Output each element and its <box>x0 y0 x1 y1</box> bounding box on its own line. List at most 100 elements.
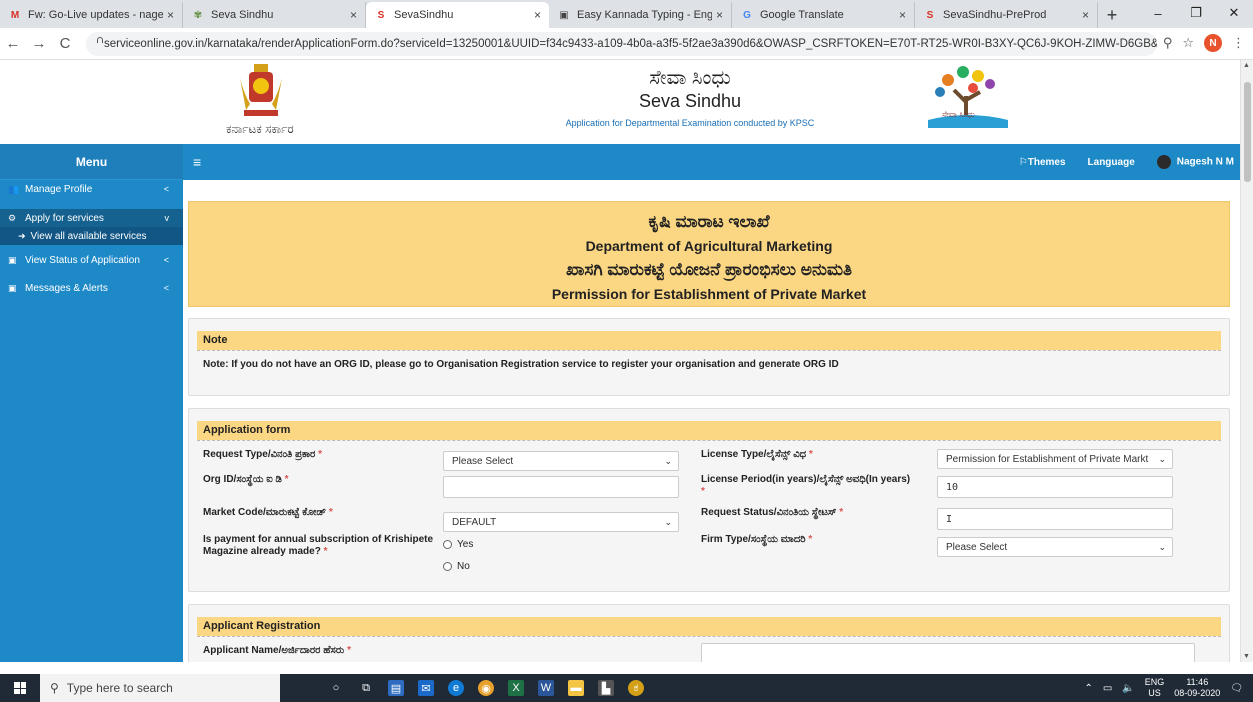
required-marker: * <box>808 534 813 545</box>
close-tab-icon[interactable]: × <box>534 8 541 22</box>
kannada-app-icon[interactable]: ಕ <box>628 680 644 696</box>
task-view-icon[interactable]: ⧉ <box>358 680 374 696</box>
firm-type-select[interactable]: Please Select ⌄ <box>937 537 1173 557</box>
top-navbar: ≡ ⚐Themes Language Nagesh N M <box>183 144 1240 180</box>
required-marker: * <box>839 507 844 518</box>
close-tab-icon[interactable]: × <box>1082 8 1089 22</box>
scroll-up-icon[interactable]: ▲ <box>1243 62 1250 69</box>
input-language[interactable]: ENG US <box>1145 677 1165 699</box>
label-text: Request Type/ವಿನಂತಿ ಪ್ರಕಾರ <box>203 449 316 460</box>
org-id-label: Org ID/ಸಂಸ್ಥೆಯ ಐ ಡಿ * <box>203 474 289 486</box>
chrome-icon[interactable]: ◉ <box>478 680 494 696</box>
maximize-button[interactable]: ❐ <box>1177 0 1215 26</box>
kannada-typing-icon: ▣ <box>559 9 569 21</box>
browser-tab[interactable]: S SevaSindhu-PreProd × <box>915 2 1098 28</box>
org-id-input[interactable] <box>443 476 679 498</box>
browser-tab[interactable]: ▣ Easy Kannada Typing - English × <box>549 2 732 28</box>
network-app-icon[interactable]: ▙ <box>598 680 614 696</box>
tab-title: SevaSindhu <box>394 9 454 21</box>
close-tab-icon[interactable]: × <box>350 8 357 22</box>
browser-tab[interactable]: G Google Translate × <box>732 2 915 28</box>
tab-title: Fw: Go-Live updates - nageshn <box>28 9 163 21</box>
site-subtitle: Application for Departmental Examination… <box>565 118 815 128</box>
tab-title: Google Translate <box>760 9 844 21</box>
store-icon[interactable]: ▤ <box>388 680 404 696</box>
select-value: Please Select <box>946 541 1008 553</box>
payment-yes-radio[interactable]: Yes <box>443 539 473 550</box>
close-tab-icon[interactable]: × <box>716 8 723 22</box>
site-title: Seva Sindhu <box>638 91 742 111</box>
tray-chevron-up-icon[interactable]: ⌃ <box>1084 683 1092 694</box>
applicant-registration-heading: Applicant Registration <box>197 617 1221 636</box>
market-code-label: Market Code/ಮಾರುಕಟ್ಟೆ ಕೋಡ್ * <box>203 507 333 519</box>
required-marker: * <box>318 449 322 460</box>
sidebar-item-apply-for-services[interactable]: ⚙ Apply for services v <box>0 209 183 227</box>
browser-tab[interactable]: S SevaSindhu × <box>366 2 549 28</box>
sidebar-item-view-status[interactable]: ▣ View Status of Application < <box>0 251 183 269</box>
new-tab-button[interactable]: + <box>1098 2 1126 28</box>
browser-tab[interactable]: M Fw: Go-Live updates - nageshn × <box>0 2 183 28</box>
notifications-icon[interactable]: 🗨 <box>1230 683 1243 694</box>
reload-icon[interactable]: C <box>52 35 78 52</box>
cogs-icon: ⚙ <box>8 212 17 223</box>
sidebar-item-messages-alerts[interactable]: ▣ Messages & Alerts < <box>0 279 183 297</box>
volume-icon[interactable]: 🔈 <box>1122 683 1134 694</box>
system-tray: ⌃ ▭ 🔈 ENG US 11:46 08-09-2020 🗨 <box>1084 674 1253 702</box>
department-title: Department of Agricultural Marketing <box>585 238 833 254</box>
file-explorer-icon[interactable]: ▬ <box>568 680 584 696</box>
firm-type-label: Firm Type/ಸಂಸ್ಥೆಯ ಮಾದರಿ * <box>701 534 812 546</box>
tab-title: Easy Kannada Typing - English <box>577 9 712 21</box>
edge-icon[interactable]: e <box>448 680 464 696</box>
sidebar-item-manage-profile[interactable]: 👥 Manage Profile < <box>0 180 183 198</box>
user-menu[interactable]: Nagesh N M <box>1156 155 1234 169</box>
mail-icon[interactable]: ✉ <box>418 680 434 696</box>
word-icon[interactable]: W <box>538 680 554 696</box>
start-button[interactable] <box>0 674 40 702</box>
close-tab-icon[interactable]: × <box>899 8 906 22</box>
license-period-input[interactable]: 10 <box>937 476 1173 498</box>
taskbar-clock[interactable]: 11:46 08-09-2020 <box>1174 677 1220 699</box>
page-scrollbar[interactable]: ▲ ▼ <box>1240 60 1253 662</box>
back-arrow-icon[interactable]: ← <box>0 35 26 52</box>
scrollbar-thumb[interactable] <box>1244 82 1251 182</box>
url-input[interactable]: serviceonline.gov.in/karnataka/renderApp… <box>86 32 1157 56</box>
license-type-select[interactable]: Permission for Establishment of Private … <box>937 449 1173 469</box>
select-value: DEFAULT <box>452 516 497 528</box>
market-code-select[interactable]: DEFAULT ⌄ <box>443 512 679 532</box>
applicant-name-input[interactable] <box>701 643 1195 662</box>
payment-no-radio[interactable]: No <box>443 561 470 572</box>
note-heading: Note <box>197 331 1221 350</box>
select-value: Permission for Establishment of Private … <box>946 453 1149 465</box>
forward-arrow-icon[interactable]: → <box>26 35 52 52</box>
site-header: ಕರ್ನಾಟಕ ಸರ್ಕಾರ ಸೇವಾ ಸಿಂಧು Seva Sindhu Ap… <box>0 60 1240 144</box>
browser-tab[interactable]: ✾ Seva Sindhu × <box>183 2 366 28</box>
clock-date: 08-09-2020 <box>1174 688 1221 698</box>
seva-s-icon: S <box>926 9 934 21</box>
scroll-down-icon[interactable]: ▼ <box>1243 653 1250 660</box>
hamburger-menu-icon[interactable]: ≡ <box>193 154 201 170</box>
sidebar: Menu 👥 Manage Profile < ⚙ Apply for serv… <box>0 144 183 662</box>
request-type-select[interactable]: Please Select ⌄ <box>443 451 679 471</box>
request-status-input[interactable]: I <box>937 508 1173 530</box>
label-text: Applicant Name/ಅರ್ಜಿದಾರರ ಹೆಸರು <box>203 645 345 656</box>
close-tab-icon[interactable]: × <box>167 8 174 22</box>
windows-logo-icon <box>14 682 26 694</box>
bookmark-star-icon[interactable]: ☆ <box>1182 35 1194 51</box>
excel-icon[interactable]: X <box>508 680 524 696</box>
themes-link[interactable]: ⚐Themes <box>1019 157 1066 168</box>
minimize-button[interactable]: – <box>1139 0 1177 26</box>
close-window-button[interactable]: ✕ <box>1215 0 1253 26</box>
zoom-icon[interactable]: ⚲ <box>1163 35 1173 51</box>
profile-avatar[interactable]: N <box>1204 34 1222 52</box>
browser-menu-icon[interactable]: ⋮ <box>1232 35 1245 51</box>
user-name: Nagesh N M <box>1176 156 1234 168</box>
taskbar-search-box[interactable]: ⚲ Type here to search <box>40 674 280 702</box>
main-content: ಕೃಷಿ ಮಾರಾಟ ಇಲಾಖೆ Department of Agricultu… <box>183 180 1240 662</box>
window-controls: – ❐ ✕ <box>1139 0 1253 26</box>
cortana-icon[interactable]: ○ <box>328 680 344 696</box>
language-link[interactable]: Language <box>1088 157 1135 168</box>
network-icon[interactable]: ▭ <box>1103 683 1112 694</box>
sidebar-item-view-all-services[interactable]: ➜ View all available services <box>0 227 183 245</box>
